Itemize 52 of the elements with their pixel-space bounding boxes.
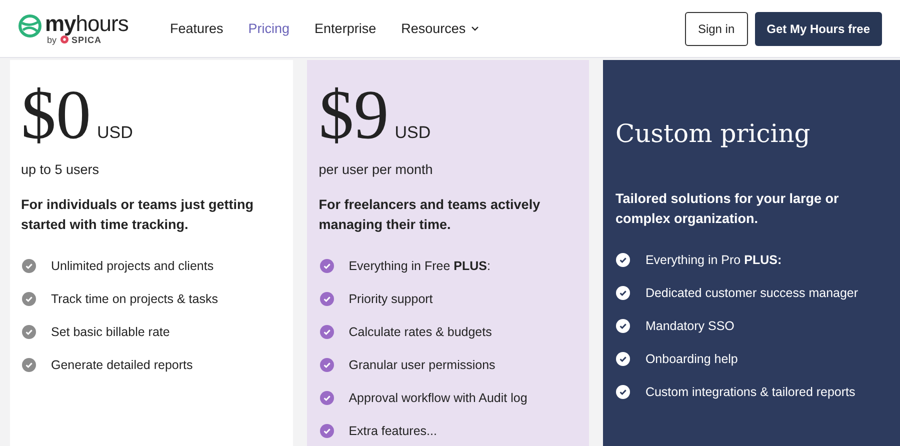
plan-price: $9 <box>318 82 389 150</box>
currency-label: USD <box>394 123 431 143</box>
get-started-button[interactable]: Get My Hours free <box>754 12 882 46</box>
check-circle-icon <box>616 252 630 266</box>
check-circle-icon <box>320 258 334 272</box>
plan-description: Tailored solutions for your large or complex organization. <box>615 190 840 228</box>
nav-link[interactable]: Pricing <box>248 21 290 36</box>
feature-text: Custom integrations & tailored reports <box>645 384 856 398</box>
check-circle-icon <box>616 352 630 366</box>
logo-byline: by <box>47 34 57 44</box>
feature-text: Approval workflow with Audit log <box>348 390 528 404</box>
plan-title: Custom pricing <box>615 119 812 150</box>
check-circle-icon <box>320 390 334 404</box>
price-unit: per user per month <box>318 162 434 177</box>
plan-description: For freelancers and teams actively managing their time. <box>318 196 542 234</box>
nav-link[interactable]: Features <box>170 21 224 36</box>
feature-text: Everything in Pro PLUS: <box>645 252 782 266</box>
globe-logo-icon <box>18 14 42 38</box>
check-circle-icon <box>22 358 36 372</box>
price-unit: up to 5 users <box>21 162 100 177</box>
plan-price: $0 <box>21 82 91 150</box>
feature-text: Unlimited projects and clients <box>51 258 214 272</box>
flower-icon <box>60 35 69 44</box>
maker-name: SPICA <box>72 34 102 44</box>
feature-text: Priority support <box>348 292 433 306</box>
check-circle-icon <box>22 258 36 272</box>
check-circle-icon <box>616 286 630 300</box>
nav-link[interactable]: Enterprise <box>314 21 376 36</box>
feature-text: Everything in Free PLUS: <box>348 258 490 272</box>
check-circle-icon <box>22 292 36 306</box>
caret-icon <box>470 26 479 31</box>
check-circle-icon <box>320 358 334 372</box>
feature-text: Dedicated customer success manager <box>645 286 858 300</box>
nav-link[interactable]: Resources <box>401 21 479 36</box>
check-circle-icon <box>616 384 630 398</box>
feature-text: Granular user permissions <box>348 358 496 372</box>
check-circle-icon <box>22 324 36 338</box>
feature-text: Generate detailed reports <box>51 358 193 372</box>
feature-text: Track time on projects & tasks <box>51 292 218 306</box>
feature-text: Extra features... <box>348 424 437 438</box>
feature-text: Mandatory SSO <box>645 318 734 332</box>
check-circle-icon <box>616 318 630 332</box>
feature-text: Onboarding help <box>645 352 738 366</box>
plan-description: For individuals or teams just getting started with time tracking. <box>21 196 255 234</box>
check-circle-icon <box>320 424 334 438</box>
feature-text: Set basic billable rate <box>51 324 170 338</box>
logo-wordmark[interactable]: myhours <box>45 12 128 34</box>
sign-in-button[interactable]: Sign in <box>684 12 748 46</box>
feature-text: Calculate rates & budgets <box>348 324 492 338</box>
currency-label: USD <box>97 123 133 143</box>
check-circle-icon <box>320 292 334 306</box>
check-circle-icon <box>320 324 334 338</box>
